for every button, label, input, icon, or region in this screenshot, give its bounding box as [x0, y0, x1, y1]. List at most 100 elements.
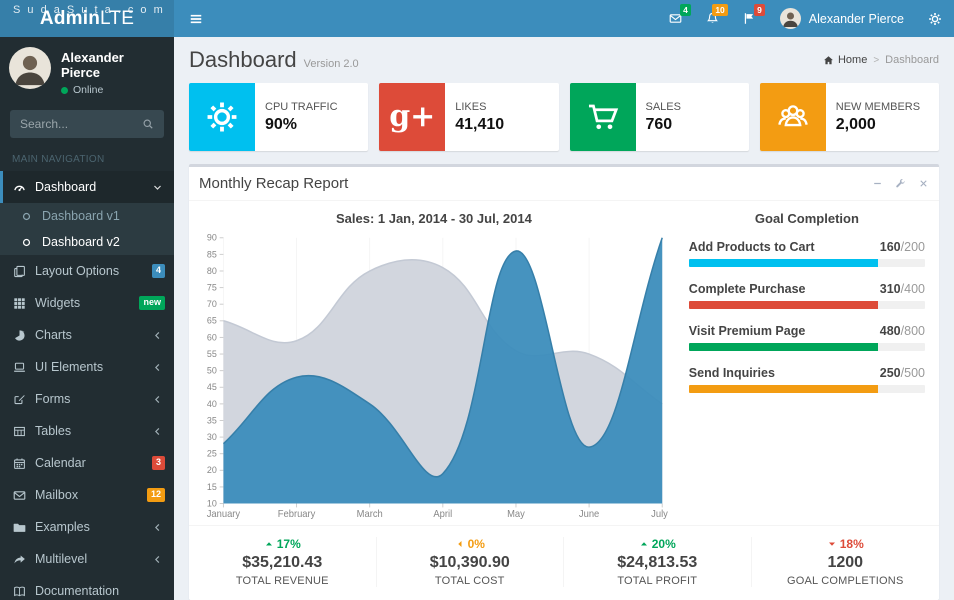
envelope-icon [12, 489, 27, 502]
goal-progress-bar [689, 259, 925, 267]
files-icon [12, 265, 27, 278]
caret-left-icon [455, 539, 465, 549]
sidebar-submenu: Dashboard v1 Dashboard v2 [0, 203, 174, 255]
navbar: 4109 Alexander Pierce [174, 0, 954, 37]
sidebar-item-dashboard-v1[interactable]: Dashboard v1 [0, 203, 174, 229]
info-box-new-members: NEW MEMBERS2,000 [760, 83, 939, 151]
breadcrumb-separator: > [873, 55, 879, 66]
collapse-button[interactable] [872, 178, 883, 189]
svg-text:45: 45 [207, 382, 217, 392]
user-panel: Alexander Pierce Online [0, 37, 174, 104]
info-box-label: CPU TRAFFIC [265, 101, 338, 113]
top-navbar: S u d a S u t a . c o m AdminLTE 4109 Al… [0, 0, 954, 37]
caret-up-icon [639, 539, 649, 549]
settings-wrench-button[interactable] [895, 178, 906, 189]
svg-text:50: 50 [207, 365, 217, 375]
page-title: Dashboard Version 2.0 [189, 47, 359, 73]
sidebar-item-forms[interactable]: Forms [0, 383, 174, 415]
avatar [780, 8, 801, 29]
sidebar-item-label: Multilevel [35, 552, 87, 566]
stat-label: TOTAL REVENUE [195, 575, 370, 587]
stat-label: TOTAL PROFIT [570, 575, 745, 587]
sidebar-item-widgets[interactable]: Widgetsnew [0, 287, 174, 319]
stat-value: $35,210.43 [195, 554, 370, 572]
sidebar: Alexander Pierce Online MAIN NAVIGATION … [0, 37, 174, 600]
close-button[interactable] [918, 178, 929, 189]
sales-chart-column: Sales: 1 Jan, 2014 - 30 Jul, 2014 908580… [199, 211, 681, 521]
navbar-menu-flag[interactable]: 9 [731, 0, 768, 37]
info-box-label: NEW MEMBERS [836, 101, 920, 113]
stat-change: 17% [195, 537, 370, 551]
sidebar-item-tables[interactable]: Tables [0, 415, 174, 447]
angle-left-icon [152, 330, 163, 341]
stat-label: TOTAL COST [383, 575, 558, 587]
svg-text:85: 85 [207, 249, 217, 259]
cart-icon [570, 83, 636, 151]
sidebar-item-dashboard[interactable]: Dashboard [0, 171, 174, 203]
settings-gears-icon[interactable] [916, 0, 954, 37]
svg-text:May: May [507, 509, 525, 520]
svg-text:15: 15 [207, 482, 217, 492]
pie-chart-icon [12, 329, 27, 342]
users-icon [760, 83, 826, 151]
sidebar-item-mailbox[interactable]: Mailbox12 [0, 479, 174, 511]
search-input[interactable] [10, 110, 132, 138]
speedometer-icon [12, 181, 27, 194]
svg-text:35: 35 [207, 415, 217, 425]
breadcrumb-home-link[interactable]: Home [823, 54, 867, 66]
sidebar-user-name: Alexander Pierce [61, 50, 165, 80]
stat-change: 18% [758, 537, 934, 551]
goal-progress-fill [689, 343, 878, 351]
svg-text:April: April [433, 509, 452, 520]
info-box-value: 760 [646, 116, 681, 134]
stat-goal-completions: 18%1200GOAL COMPLETIONS [752, 537, 940, 587]
folder-icon [12, 521, 27, 534]
angle-left-icon [152, 362, 163, 373]
svg-text:65: 65 [207, 316, 217, 326]
navbar-menu-bell[interactable]: 10 [694, 0, 731, 37]
laptop-icon [12, 361, 27, 374]
box-body: Sales: 1 Jan, 2014 - 30 Jul, 2014 908580… [189, 201, 939, 525]
online-status-dot [61, 87, 68, 94]
sales-area-chart: 9085807570656055504540353025201510Januar… [199, 230, 669, 521]
goal-progress-bar [689, 343, 925, 351]
search-button[interactable] [132, 110, 164, 138]
sidebar-toggle-button[interactable] [174, 0, 218, 37]
svg-text:75: 75 [207, 282, 217, 292]
goal-numbers: 310/400 [880, 282, 925, 296]
home-icon [823, 55, 834, 66]
goal-progress-bar [689, 301, 925, 309]
logo[interactable]: S u d a S u t a . c o m AdminLTE [0, 0, 174, 37]
sidebar-item-layout-options[interactable]: Layout Options4 [0, 255, 174, 287]
page-subtitle: Version 2.0 [304, 58, 359, 70]
sidebar-item-label: Dashboard v1 [42, 209, 120, 223]
box-footer-stats: 17%$35,210.43TOTAL REVENUE0%$10,390.90TO… [189, 525, 939, 600]
sidebar-item-charts[interactable]: Charts [0, 319, 174, 351]
chevron-down-icon [152, 182, 163, 193]
sidebar-item-dashboard-v2[interactable]: Dashboard v2 [0, 229, 174, 255]
navbar-menu-envelope[interactable]: 4 [657, 0, 694, 37]
sidebar-item-calendar[interactable]: Calendar3 [0, 447, 174, 479]
svg-text:20: 20 [207, 465, 217, 475]
info-box-label: SALES [646, 101, 681, 113]
goal-completion-title: Goal Completion [689, 211, 925, 226]
sidebar-item-documentation[interactable]: Documentation [0, 575, 174, 600]
goal-completion-column: Goal Completion Add Products to Cart160/… [681, 211, 929, 521]
sidebar-item-examples[interactable]: Examples [0, 511, 174, 543]
goal-numbers: 480/800 [880, 324, 925, 338]
sidebar-item-ui-elements[interactable]: UI Elements [0, 351, 174, 383]
chart-title: Sales: 1 Jan, 2014 - 30 Jul, 2014 [199, 211, 669, 226]
sidebar-item-label: Forms [35, 392, 70, 406]
user-menu[interactable]: Alexander Pierce [768, 0, 916, 37]
goal-progress-fill [689, 259, 878, 267]
notification-badge: 4 [680, 4, 691, 16]
box-header: Monthly Recap Report [189, 167, 939, 201]
th-icon [12, 297, 27, 310]
svg-text:60: 60 [207, 332, 217, 342]
svg-text:55: 55 [207, 349, 217, 359]
info-box-value: 41,410 [455, 116, 504, 134]
table-icon [12, 425, 27, 438]
goal-label: Add Products to Cart [689, 240, 815, 254]
sidebar-item-multilevel[interactable]: Multilevel [0, 543, 174, 575]
logo-text: AdminLTE [40, 8, 134, 30]
